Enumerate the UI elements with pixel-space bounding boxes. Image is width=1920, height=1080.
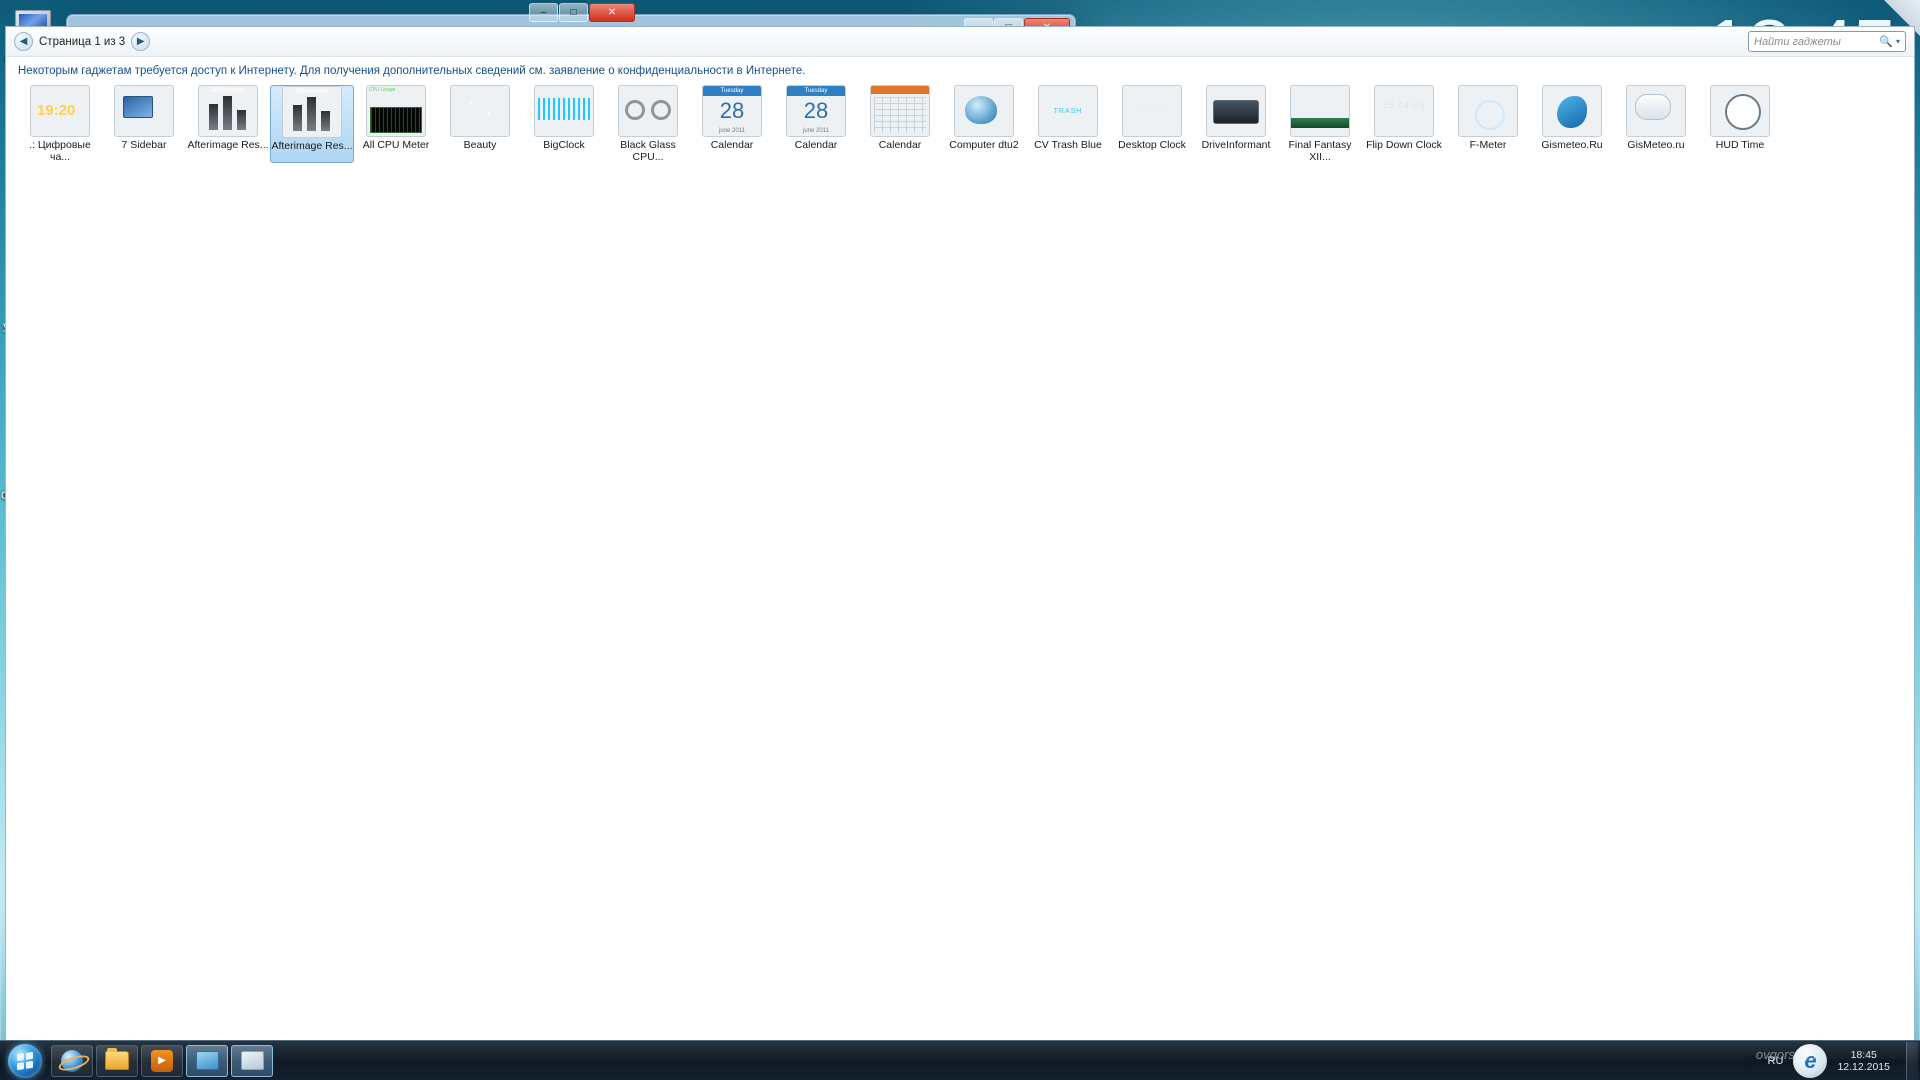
gadget-name: Desktop Clock [1118, 139, 1186, 151]
gadget-thumbnail [450, 85, 510, 137]
watermark-text: ovgorskiy.ru [1755, 1047, 1825, 1062]
taskbar-button-gadgets[interactable] [231, 1044, 273, 1077]
next-page-button[interactable]: ▶ [131, 32, 151, 51]
gadget-thumbnail [534, 85, 594, 137]
gadget-item[interactable]: CPU Usage All CPU Meter [354, 85, 438, 163]
gadget-item[interactable]: DriveInformant [1194, 85, 1278, 163]
gadget-item[interactable]: Afterimage Afterimage Res... [186, 85, 270, 163]
window-icon [240, 1051, 264, 1070]
taskbar-button-internet-explorer[interactable] [51, 1044, 93, 1077]
gadget-name: All CPU Meter [362, 139, 430, 151]
tray-clock-time: 18:45 [1850, 1048, 1877, 1061]
gadget-item[interactable]: F-Meter [1446, 85, 1530, 163]
gadget-gallery-body: ◀ Страница 1 из 3 ▶ Найти гаджеты 🔍 ▾ Не… [5, 26, 1915, 1075]
gadget-thumbnail [1374, 85, 1434, 137]
control-panel-icon [195, 1051, 219, 1070]
gadget-item[interactable]: Desktop Clock [1110, 85, 1194, 163]
search-placeholder: Найти гаджеты [1754, 35, 1841, 48]
gadget-gallery-window: – □ ✕ ◀ Страница 1 из 3 ▶ Найти гаджеты … [0, 0, 1915, 1075]
gadget-item[interactable]: .: Цифровые ча... [18, 85, 102, 163]
privacy-notice: Некоторым гаджетам требуется доступ к Ин… [18, 65, 806, 77]
gadget-thumbnail [1458, 85, 1518, 137]
gadget-gallery-toolbar: ◀ Страница 1 из 3 ▶ Найти гаджеты 🔍 ▾ [6, 27, 1914, 57]
close-button[interactable]: ✕ [589, 3, 635, 22]
gadget-name: HUD Time [1715, 139, 1765, 151]
gadget-gallery-titlebar[interactable]: – □ ✕ [5, 3, 635, 27]
tray-clock[interactable]: 18:45 12.12.2015 [1837, 1049, 1896, 1073]
windows-start-orb-icon [8, 1043, 42, 1078]
gadget-item[interactable]: Tuesday 28 june 2011 Calendar [690, 85, 774, 163]
taskbar-button-explorer[interactable] [96, 1044, 138, 1077]
minimize-button[interactable]: – [529, 3, 558, 22]
gadget-thumbnail [1122, 85, 1182, 137]
gadget-thumbnail [114, 85, 174, 137]
gadget-item[interactable]: CV Trash Blue [1026, 85, 1110, 163]
tray-clock-date: 12.12.2015 [1837, 1060, 1890, 1073]
previous-page-button[interactable]: ◀ [14, 32, 33, 51]
gadget-name: Calendar [710, 139, 754, 151]
gadget-item[interactable]: Tuesday 28 june 2011 Calendar [774, 85, 858, 163]
gadget-name: BigClock [543, 139, 585, 151]
gadget-thumbnail: Afterimage [198, 85, 258, 137]
gadget-item[interactable]: HUD Time [1698, 85, 1782, 163]
gadget-thumbnail: Tuesday 28 june 2011 [786, 85, 846, 137]
gadget-name: .: Цифровые ча... [29, 139, 91, 163]
gadget-thumbnail: CPU Usage [366, 85, 426, 137]
gadget-name: Final Fantasy XII... [1288, 139, 1352, 163]
gadget-thumbnail [1038, 85, 1098, 137]
gadget-thumbnail [30, 85, 90, 137]
gadget-name: Afterimage Res... [271, 140, 353, 152]
gadget-thumbnail [618, 85, 678, 137]
gadget-name: Afterimage Res... [187, 139, 269, 151]
gadget-name: Black Glass CPU... [620, 139, 676, 163]
gadget-thumbnail [1206, 85, 1266, 137]
gadget-item[interactable]: Computer dtu2 [942, 85, 1026, 163]
search-icon: 🔍 [1879, 36, 1893, 48]
gadget-item[interactable]: GisMeteo.ru [1614, 85, 1698, 163]
gadget-name: CV Trash Blue [1034, 139, 1102, 151]
gadget-item[interactable]: Final Fantasy XII... [1278, 85, 1362, 163]
folder-explorer-icon [105, 1048, 129, 1070]
gadget-name: F-Meter [1469, 139, 1507, 151]
gadget-thumbnail [954, 85, 1014, 137]
gadget-item[interactable]: Calendar [858, 85, 942, 163]
gadget-thumbnail [1710, 85, 1770, 137]
gadget-search-input[interactable]: Найти гаджеты 🔍 ▾ [1748, 31, 1906, 52]
gadget-name: Computer dtu2 [949, 139, 1019, 151]
gadget-name: Calendar [878, 139, 922, 151]
gadget-name: Gismeteo.Ru [1541, 139, 1603, 151]
show-desktop-button[interactable] [1906, 1041, 1918, 1080]
gadget-thumbnail [870, 85, 930, 137]
gadget-item[interactable]: Flip Down Clock [1362, 85, 1446, 163]
gadget-name: Flip Down Clock [1366, 139, 1442, 151]
gadget-thumbnail [1290, 85, 1350, 137]
internet-explorer-icon [61, 1049, 83, 1072]
start-button[interactable] [2, 1042, 48, 1080]
gadget-item[interactable]: BigClock [522, 85, 606, 163]
page-indicator: Страница 1 из 3 [39, 35, 126, 48]
gadget-item[interactable]: Afterimage Afterimage Res... [270, 85, 354, 163]
taskbar: ▶ RU e 18:45 12.12.2015 ovgorskiy.ru [0, 1040, 1920, 1080]
gadget-name: DriveInformant [1201, 139, 1271, 151]
gadget-thumbnail [1542, 85, 1602, 137]
gadget-thumbnail: Tuesday 28 june 2011 [702, 85, 762, 137]
gadget-item[interactable]: Beauty [438, 85, 522, 163]
taskbar-button-control-panel[interactable] [186, 1044, 228, 1077]
gadgets-grid: .: Цифровые ча...7 SidebarAfterimageAfte… [6, 83, 1914, 1048]
gadget-name: Beauty [463, 139, 497, 151]
taskbar-button-media-player[interactable]: ▶ [141, 1044, 183, 1077]
gadget-item[interactable]: Black Glass CPU... [606, 85, 690, 163]
gadget-name: Calendar [794, 139, 838, 151]
gadget-name: 7 Sidebar [121, 139, 167, 151]
gadget-name: GisMeteo.ru [1627, 139, 1685, 151]
maximize-button[interactable]: □ [559, 3, 588, 22]
media-player-icon: ▶ [151, 1049, 173, 1072]
chevron-down-icon[interactable]: ▾ [1896, 37, 1900, 46]
gadget-item[interactable]: 7 Sidebar [102, 85, 186, 163]
gadget-item[interactable]: Gismeteo.Ru [1530, 85, 1614, 163]
gadget-thumbnail [1626, 85, 1686, 137]
window-controls: – □ ✕ [528, 3, 635, 22]
gadget-thumbnail: Afterimage [282, 86, 342, 138]
